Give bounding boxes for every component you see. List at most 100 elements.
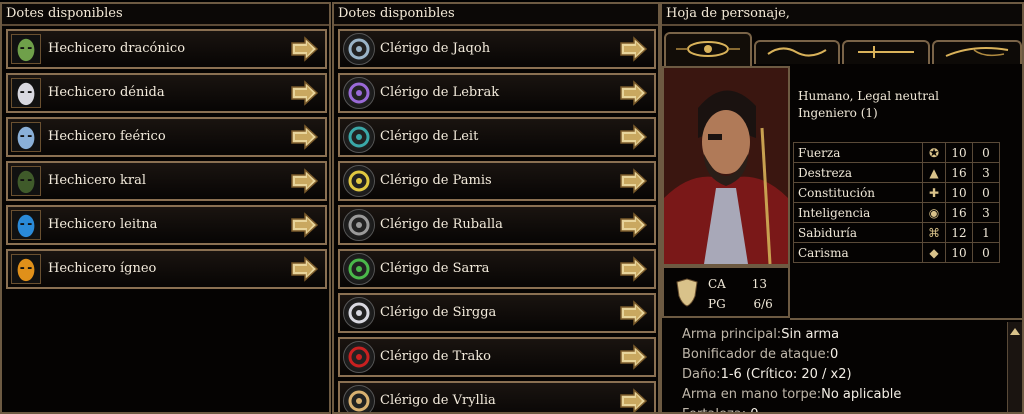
detail-value: 1-6 (Crítico: 20 / x2): [720, 367, 852, 382]
add-feat-arrow-icon[interactable]: [618, 80, 648, 106]
feat-label: Hechicero dracónico: [48, 41, 186, 56]
quill-icon: [945, 47, 1009, 57]
tab-equipment[interactable]: [842, 40, 930, 64]
feat-row[interactable]: Clérigo de Sarra: [338, 249, 656, 289]
feat-row[interactable]: Clérigo de Sirgga: [338, 293, 656, 333]
ability-modifier: 0: [972, 142, 1000, 163]
detail-label: Arma principal:: [682, 327, 782, 342]
sirgga-symbol-icon: [343, 297, 375, 329]
ability-row: Constitución ✚ 10 0: [793, 182, 1000, 203]
detail-value: 0: [830, 347, 839, 362]
add-feat-arrow-icon[interactable]: [618, 256, 648, 282]
feat-label: Hechicero ígneo: [48, 261, 157, 276]
add-feat-arrow-icon[interactable]: [618, 36, 648, 62]
ability-icon: ▲: [922, 162, 946, 183]
class-level: Ingeniero (1): [798, 106, 878, 120]
ability-name: Fuerza: [793, 142, 923, 163]
lebrak-symbol-icon: [343, 77, 375, 109]
tab-notes[interactable]: [932, 40, 1022, 64]
eye-icon: [676, 41, 740, 57]
feat-row[interactable]: Clérigo de Leit: [338, 117, 656, 157]
ac-value: 13: [751, 277, 767, 291]
add-feat-arrow-icon[interactable]: [289, 212, 319, 238]
detail-value: 0: [750, 407, 758, 412]
draconic-face-icon: [11, 34, 41, 64]
feat-row[interactable]: Hechicero dracónico: [6, 29, 327, 69]
ability-modifier: 0: [972, 182, 1000, 203]
hp-label: PG: [708, 297, 726, 311]
detail-value: Sin arma: [781, 327, 840, 342]
feat-label: Clérigo de Sarra: [380, 261, 490, 276]
add-feat-arrow-icon[interactable]: [618, 168, 648, 194]
add-feat-arrow-icon[interactable]: [289, 124, 319, 150]
add-feat-arrow-icon[interactable]: [618, 212, 648, 238]
character-sheet: Hoja de personaje, Humano, Legal neutral…: [660, 2, 1024, 414]
feat-row[interactable]: Hechicero feérico: [6, 117, 327, 157]
character-summary: Humano, Legal neutral Ingeniero (1): [798, 88, 939, 122]
ability-modifier: 1: [972, 222, 1000, 243]
detail-label: Bonificador de ataque:: [682, 347, 830, 362]
ability-score: 16: [945, 202, 973, 223]
add-feat-arrow-icon[interactable]: [618, 300, 648, 326]
ability-row: Fuerza ✪ 10 0: [793, 142, 1000, 163]
ability-name: Sabiduría: [793, 222, 923, 243]
ability-modifier: 3: [972, 162, 1000, 183]
detail-value: No aplicable: [821, 387, 902, 402]
blue-face-icon: [11, 210, 41, 240]
detail-line: Fortaleza: 0: [682, 405, 1006, 412]
scroll-up-arrow-icon[interactable]: [1008, 325, 1022, 337]
ruballa-symbol-icon: [343, 209, 375, 241]
feat-row[interactable]: Hechicero kral: [6, 161, 327, 201]
add-feat-arrow-icon[interactable]: [289, 256, 319, 282]
add-feat-arrow-icon[interactable]: [289, 80, 319, 106]
feat-row[interactable]: Hechicero ígneo: [6, 249, 327, 289]
add-feat-arrow-icon[interactable]: [289, 36, 319, 62]
feat-row[interactable]: Hechicero dénida: [6, 73, 327, 113]
details-scrollbar[interactable]: [1007, 322, 1022, 412]
feat-label: Clérigo de Ruballa: [380, 217, 503, 232]
ability-row: Carisma ◆ 10 0: [793, 242, 1000, 263]
add-feat-arrow-icon[interactable]: [289, 168, 319, 194]
ability-score: 10: [945, 182, 973, 203]
feats-panel-middle: Dotes disponibles Clérigo de Jaqoh Clérig…: [332, 2, 660, 414]
pale-face-icon: [11, 78, 41, 108]
ability-name: Carisma: [793, 242, 923, 263]
detail-line: Arma en mano torpe:No aplicable: [682, 385, 1006, 405]
ability-modifier: 0: [972, 242, 1000, 263]
feat-label: Clérigo de Sirgga: [380, 305, 497, 320]
feat-row[interactable]: Clérigo de Ruballa: [338, 205, 656, 245]
feat-row[interactable]: Clérigo de Pamis: [338, 161, 656, 201]
feat-row[interactable]: Clérigo de Vryllia: [338, 381, 656, 414]
panel-title: Dotes disponibles: [2, 4, 329, 26]
pamis-symbol-icon: [343, 165, 375, 197]
tab-character-eye[interactable]: [664, 32, 752, 66]
feat-label: Hechicero leitna: [48, 217, 158, 232]
race-alignment: Humano, Legal neutral: [798, 89, 939, 103]
add-feat-arrow-icon[interactable]: [618, 124, 648, 150]
jaqoh-symbol-icon: [343, 33, 375, 65]
ability-score: 16: [945, 162, 973, 183]
add-feat-arrow-icon[interactable]: [618, 388, 648, 414]
feat-label: Hechicero feérico: [48, 129, 166, 144]
ability-icon: ◉: [922, 202, 946, 223]
fire-face-icon: [11, 254, 41, 284]
ability-row: Destreza ▲ 16 3: [793, 162, 1000, 183]
detail-label: Daño:: [682, 367, 721, 382]
feat-label: Hechicero kral: [48, 173, 146, 188]
feat-row[interactable]: Clérigo de Trako: [338, 337, 656, 377]
detail-label: Fortaleza:: [682, 407, 750, 412]
feat-row[interactable]: Hechicero leitna: [6, 205, 327, 245]
feat-row[interactable]: Clérigo de Lebrak: [338, 73, 656, 113]
add-feat-arrow-icon[interactable]: [618, 344, 648, 370]
sarra-symbol-icon: [343, 253, 375, 285]
ability-score: 10: [945, 242, 973, 263]
vryllia-symbol-icon: [343, 385, 375, 412]
ability-modifier: 3: [972, 202, 1000, 223]
kral-face-icon: [11, 166, 41, 196]
combat-details: Arma principal:Sin arma Bonificador de at…: [662, 320, 1006, 412]
ability-name: Destreza: [793, 162, 923, 183]
feat-row[interactable]: Clérigo de Jaqoh: [338, 29, 656, 69]
divider: [790, 266, 1022, 320]
defense-box: CA 13 PG 6/6: [662, 266, 790, 318]
tab-skills[interactable]: [754, 40, 840, 64]
